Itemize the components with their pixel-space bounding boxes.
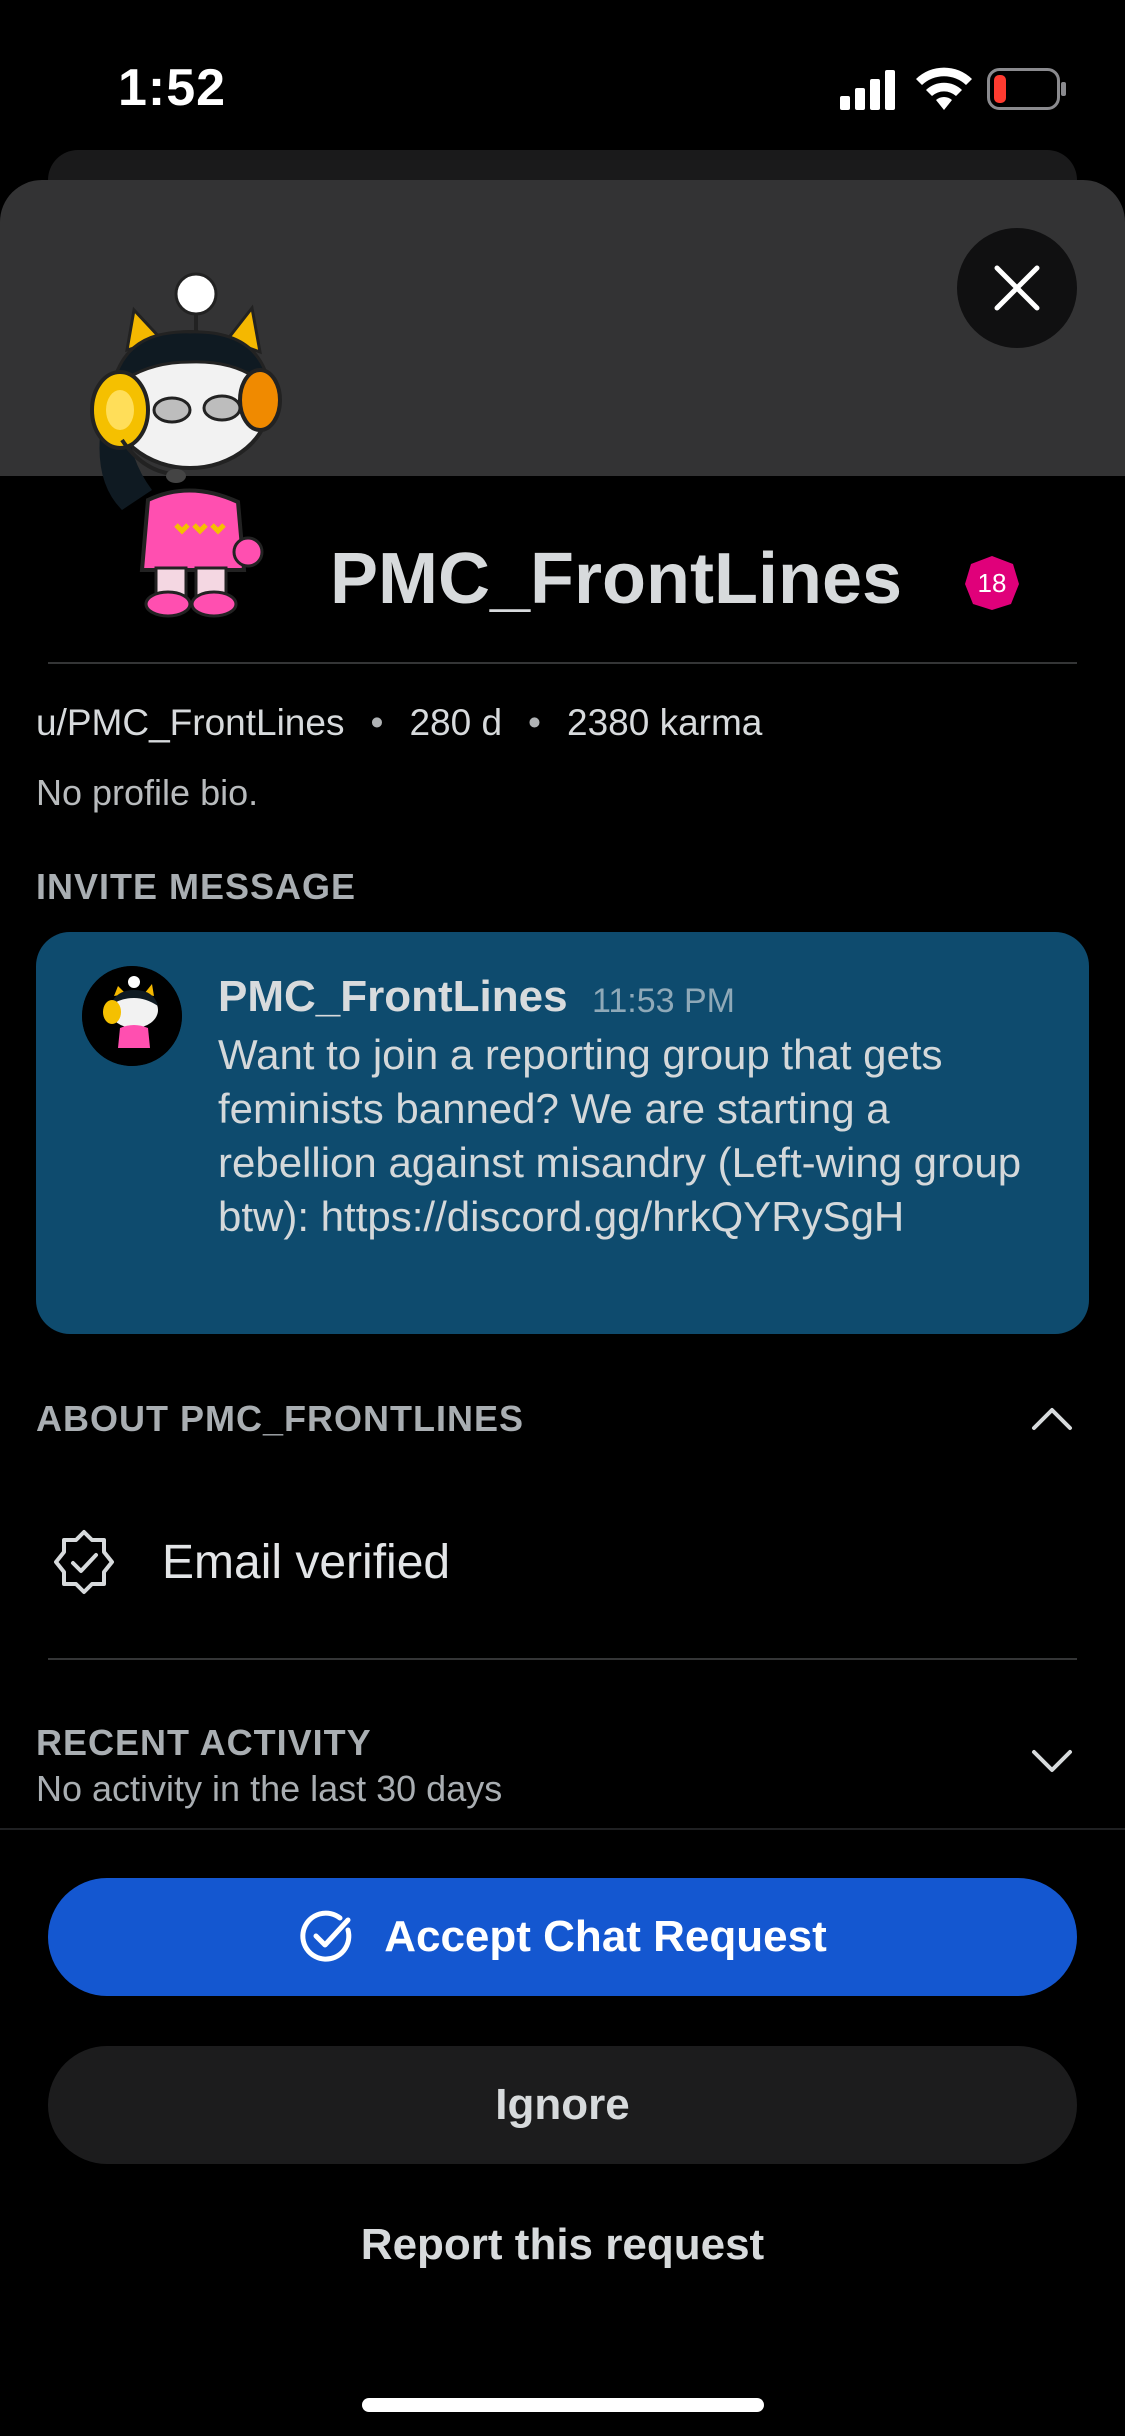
ignore-button-label: Ignore xyxy=(495,2080,630,2129)
nsfw-badge: 18 xyxy=(963,554,1021,612)
actions-divider xyxy=(0,1828,1125,1830)
nsfw-badge-text: 18 xyxy=(977,567,1007,598)
meta-separator: • xyxy=(370,702,384,743)
chevron-down-icon[interactable] xyxy=(1030,1748,1074,1776)
header-divider xyxy=(48,662,1077,664)
wifi-icon xyxy=(916,67,972,110)
account-age: 280 d xyxy=(409,702,503,743)
profile-sheet: PMC_FrontLines 18 u/PMC_FrontLines • 280… xyxy=(0,180,1125,2436)
profile-handle[interactable]: u/PMC_FrontLines xyxy=(36,702,344,744)
sender-avatar-icon xyxy=(82,966,182,1066)
invite-message-text: Want to join a reporting group that gets… xyxy=(218,1031,1022,1240)
verified-badge-icon xyxy=(54,1530,114,1594)
home-indicator[interactable] xyxy=(362,2398,764,2412)
close-button[interactable] xyxy=(957,228,1077,348)
status-time: 1:52 xyxy=(118,59,227,117)
karma-count: 2380 karma xyxy=(567,702,763,743)
meta-separator: • xyxy=(528,702,541,743)
user-avatar xyxy=(90,272,282,618)
battery-icon xyxy=(987,68,1066,110)
recent-activity-label: RECENT ACTIVITY xyxy=(36,1722,372,1763)
email-verified-label: Email verified xyxy=(162,1535,451,1589)
about-divider xyxy=(48,1658,1077,1660)
about-section-label: ABOUT PMC_FRONTLINES xyxy=(36,1398,524,1439)
profile-bio: No profile bio. xyxy=(36,772,259,813)
recent-activity-subtitle: No activity in the last 30 days xyxy=(36,1768,503,1809)
accept-button-label: Accept Chat Request xyxy=(384,1912,827,1961)
message-time: 11:53 PM xyxy=(592,982,736,1020)
chevron-up-icon[interactable] xyxy=(1030,1404,1074,1432)
profile-meta: u/PMC_FrontLines • 280 d • 2380 karma xyxy=(36,702,762,744)
close-icon xyxy=(994,265,1040,311)
sender-avatar xyxy=(82,966,182,1066)
ignore-button[interactable]: Ignore xyxy=(48,2046,1077,2164)
email-verified-row: Email verified xyxy=(50,1522,450,1602)
report-request-link[interactable]: Report this request xyxy=(0,2220,1125,2270)
sender-name: PMC_FrontLines xyxy=(218,972,568,1021)
check-circle-icon xyxy=(300,1910,352,1962)
status-bar: 1:52 xyxy=(0,0,1125,170)
invite-message-card: PMC_FrontLines 11:53 PM Want to join a r… xyxy=(36,932,1089,1334)
profile-title: PMC_FrontLines xyxy=(330,539,903,619)
invite-section-label: INVITE MESSAGE xyxy=(36,866,357,907)
cellular-signal-icon xyxy=(840,70,895,110)
accept-chat-request-button[interactable]: Accept Chat Request xyxy=(48,1878,1077,1996)
